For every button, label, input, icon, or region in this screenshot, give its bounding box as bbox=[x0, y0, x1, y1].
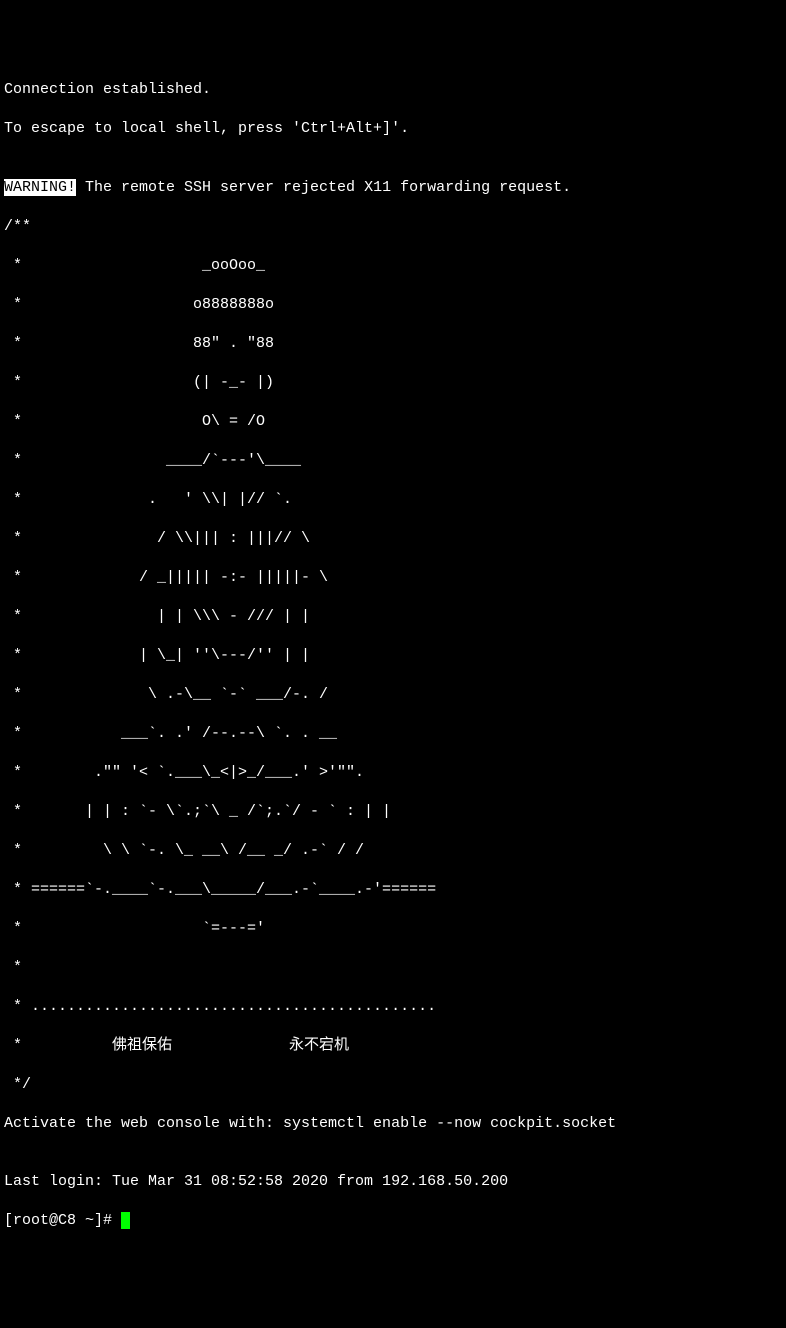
escape-hint: To escape to local shell, press 'Ctrl+Al… bbox=[4, 119, 782, 139]
motd-ascii-art: * ======`-.____`-.___\_____/___.-`____.-… bbox=[4, 880, 782, 900]
cursor-icon bbox=[121, 1212, 130, 1229]
motd-ascii-art: */ bbox=[4, 1075, 782, 1095]
warning-text: The remote SSH server rejected X11 forwa… bbox=[76, 179, 571, 196]
motd-ascii-art: * ."" '< `.___\_<|>_/___.' >'"". bbox=[4, 763, 782, 783]
motd-ascii-art: * . ' \\| |// `. bbox=[4, 490, 782, 510]
activate-hint: Activate the web console with: systemctl… bbox=[4, 1114, 782, 1134]
motd-ascii-art: * o8888888o bbox=[4, 295, 782, 315]
warning-line: WARNING! The remote SSH server rejected … bbox=[4, 178, 782, 198]
motd-ascii-art: * ......................................… bbox=[4, 997, 782, 1017]
motd-ascii-art: * (| -_- |) bbox=[4, 373, 782, 393]
motd-ascii-art: * \ .-\__ `-` ___/-. / bbox=[4, 685, 782, 705]
motd-ascii-art: * 88" . "88 bbox=[4, 334, 782, 354]
last-login: Last login: Tue Mar 31 08:52:58 2020 fro… bbox=[4, 1172, 782, 1192]
motd-ascii-art: * ___`. .' /--.--\ `. . __ bbox=[4, 724, 782, 744]
prompt-line[interactable]: [root@C8 ~]# bbox=[4, 1211, 782, 1231]
motd-ascii-art: * | \_| ''\---/'' | | bbox=[4, 646, 782, 666]
shell-prompt: [root@C8 ~]# bbox=[4, 1212, 121, 1229]
motd-ascii-art: * | | : `- \`.;`\ _ /`;.`/ - ` : | | bbox=[4, 802, 782, 822]
motd-ascii-art: /** bbox=[4, 217, 782, 237]
motd-ascii-art: * / _||||| -:- |||||- \ bbox=[4, 568, 782, 588]
motd-ascii-art: * O\ = /O bbox=[4, 412, 782, 432]
motd-ascii-art: * _ooOoo_ bbox=[4, 256, 782, 276]
motd-ascii-art: * `=---=' bbox=[4, 919, 782, 939]
warning-label: WARNING! bbox=[4, 179, 76, 196]
motd-ascii-art: * \ \ `-. \_ __\ /__ _/ .-` / / bbox=[4, 841, 782, 861]
motd-blessing-text: * 佛祖保佑 永不宕机 bbox=[4, 1036, 782, 1056]
motd-ascii-art: * / \\||| : |||// \ bbox=[4, 529, 782, 549]
motd-ascii-art: * | | \\\ - /// | | bbox=[4, 607, 782, 627]
motd-ascii-art: * bbox=[4, 958, 782, 978]
motd-ascii-art: * ____/`---'\____ bbox=[4, 451, 782, 471]
connection-status: Connection established. bbox=[4, 80, 782, 100]
